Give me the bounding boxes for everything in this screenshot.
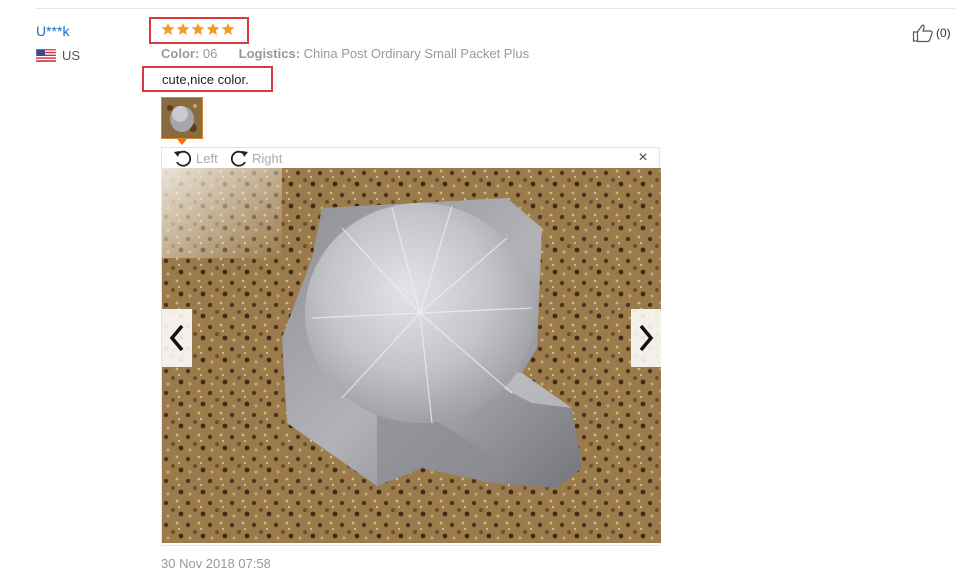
rating-highlight xyxy=(149,17,249,44)
rotate-right-button[interactable]: Right xyxy=(228,148,282,168)
close-viewer-button[interactable]: × xyxy=(635,150,651,166)
photo-viewer: Left Right × xyxy=(161,147,661,546)
rotate-left-label: Left xyxy=(196,150,218,166)
thumbs-up-icon xyxy=(912,24,933,43)
us-flag-icon xyxy=(36,49,56,62)
chevron-right-icon xyxy=(639,324,654,352)
star-rating xyxy=(161,22,235,36)
review-text: cute,nice color. xyxy=(162,72,249,87)
country-label: US xyxy=(62,48,81,63)
review-photo xyxy=(162,168,661,543)
next-photo-button[interactable] xyxy=(631,309,661,367)
rotate-left-icon xyxy=(174,150,192,167)
chevron-left-icon xyxy=(169,324,184,352)
reviewer-name[interactable]: U***k xyxy=(36,23,69,39)
rotate-right-icon xyxy=(230,150,248,167)
star-icon xyxy=(191,22,205,35)
review-attributes: Color: 06 Logistics: China Post Ordinary… xyxy=(161,46,529,61)
logistics-value: China Post Ordinary Small Packet Plus xyxy=(303,46,530,61)
star-icon xyxy=(161,22,175,35)
helpful-button[interactable]: (0) xyxy=(912,23,951,43)
reviewer-country: US xyxy=(36,48,80,63)
review-date: 30 Nov 2018 07:58 xyxy=(161,556,271,571)
thumbnail-pointer xyxy=(177,139,187,145)
helpful-count: (0) xyxy=(936,26,951,40)
logistics-label: Logistics: xyxy=(238,46,301,61)
rotate-left-button[interactable]: Left xyxy=(172,148,218,168)
review-photo-image xyxy=(162,168,661,543)
thumbnail-image xyxy=(162,98,202,138)
review-text-highlight: cute,nice color. xyxy=(142,66,273,92)
color-label: Color: xyxy=(161,46,200,61)
photo-thumbnail[interactable] xyxy=(161,97,203,139)
star-icon xyxy=(221,22,235,35)
star-icon xyxy=(176,22,190,35)
rotate-right-label: Right xyxy=(252,150,283,166)
star-icon xyxy=(206,22,220,35)
divider xyxy=(35,8,955,9)
previous-photo-button[interactable] xyxy=(162,309,192,367)
color-value: 06 xyxy=(202,46,218,61)
